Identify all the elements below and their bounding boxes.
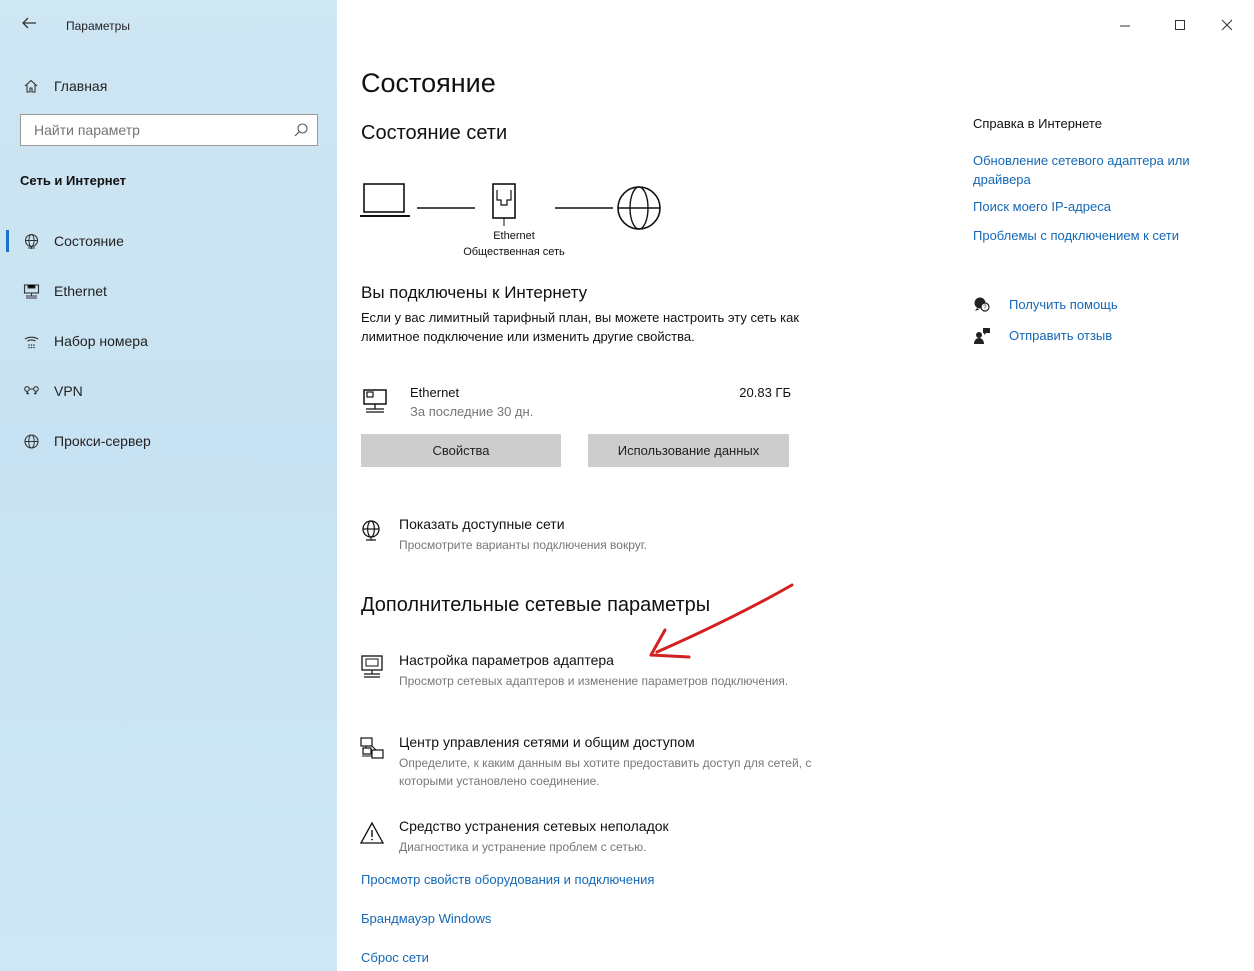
ethernet-icon bbox=[22, 282, 40, 300]
sidebar-item-label: Набор номера bbox=[54, 333, 148, 349]
sidebar-item-label: Состояние bbox=[54, 233, 124, 249]
sidebar-item-dialup[interactable]: Набор номера bbox=[0, 321, 337, 361]
show-networks-item[interactable]: Показать доступные сети Просмотрите вари… bbox=[359, 516, 819, 560]
feedback-link: Отправить отзыв bbox=[1009, 328, 1113, 343]
window-title: Параметры bbox=[66, 19, 130, 33]
network-diagram-graphic bbox=[360, 183, 661, 230]
search-box[interactable] bbox=[20, 114, 318, 146]
globe-icon bbox=[359, 518, 385, 544]
adapter-usage-row: Ethernet За последние 30 дн. 20.83 ГБ bbox=[361, 385, 791, 425]
home-icon bbox=[22, 77, 40, 95]
main-content: Состояние Состояние сети Ethernet Общест… bbox=[337, 0, 1254, 971]
adapter-period: За последние 30 дн. bbox=[410, 404, 534, 419]
maximize-icon[interactable] bbox=[1160, 10, 1200, 40]
properties-button[interactable]: Свойства bbox=[361, 434, 561, 467]
sharing-center-subtitle: Определите, к каким данным вы хотите пре… bbox=[399, 756, 812, 788]
feedback-icon bbox=[973, 327, 991, 345]
adapter-icon bbox=[359, 654, 385, 680]
connected-description: Если у вас лимитный тарифный план, вы мо… bbox=[361, 310, 800, 344]
help-heading: Справка в Интернете bbox=[973, 116, 1102, 131]
sidebar-item-home[interactable]: Главная bbox=[0, 66, 337, 106]
globe-icon bbox=[22, 432, 40, 450]
network-diagram: Ethernet Общественная сеть bbox=[359, 172, 679, 262]
sharing-center-title: Центр управления сетями и общим доступом bbox=[399, 734, 695, 750]
warning-icon bbox=[359, 820, 385, 846]
diagram-adapter-label: Ethernet bbox=[493, 230, 535, 242]
internet-globe-icon bbox=[617, 186, 661, 230]
page-title: Состояние bbox=[361, 68, 496, 98]
adapter-usage: 20.83 ГБ bbox=[739, 385, 791, 400]
sharing-center-icon bbox=[359, 736, 385, 762]
troubleshooter-title: Средство устранения сетевых неполадок bbox=[399, 818, 669, 834]
hardware-properties-link[interactable]: Просмотр свойств оборудования и подключе… bbox=[361, 872, 654, 887]
sidebar-item-proxy[interactable]: Прокси-сервер bbox=[0, 421, 337, 461]
search-icon[interactable] bbox=[293, 122, 309, 138]
globe-icon bbox=[22, 232, 40, 250]
feedback-row[interactable]: Отправить отзыв bbox=[973, 327, 1223, 347]
network-reset-link[interactable]: Сброс сети bbox=[361, 950, 429, 965]
get-help-row[interactable]: ? Получить помощь bbox=[973, 296, 1223, 316]
sidebar-item-label: Главная bbox=[54, 78, 108, 94]
show-networks-subtitle: Просмотрите варианты подключения вокруг. bbox=[399, 538, 647, 552]
dialup-icon bbox=[22, 332, 40, 350]
diagram-network-type: Общественная сеть bbox=[463, 246, 565, 258]
adapter-settings-title: Настройка параметров адаптера bbox=[399, 652, 614, 668]
sidebar-item-label: VPN bbox=[54, 383, 83, 399]
firewall-link[interactable]: Брандмауэр Windows bbox=[361, 911, 491, 926]
back-arrow-icon[interactable] bbox=[20, 14, 42, 36]
sidebar-item-label: Прокси-сервер bbox=[54, 433, 151, 449]
sidebar-item-label: Ethernet bbox=[54, 283, 107, 299]
adapter-settings-subtitle: Просмотр сетевых адаптеров и изменение п… bbox=[399, 674, 789, 688]
help-link-ip-address[interactable]: Поиск моего IP-адреса bbox=[973, 199, 1111, 214]
sidebar-section-title: Сеть и Интернет bbox=[20, 173, 127, 188]
help-link-adapter-driver[interactable]: Обновление сетевого адаптера или драйвер… bbox=[973, 151, 1223, 189]
data-usage-button[interactable]: Использование данных bbox=[588, 434, 789, 467]
help-link-connection-problems[interactable]: Проблемы с подключением к сети bbox=[973, 228, 1179, 243]
help-chat-icon: ? bbox=[973, 296, 991, 314]
sidebar-item-status[interactable]: Состояние bbox=[0, 221, 337, 261]
adapter-name: Ethernet bbox=[410, 385, 460, 400]
annotation-arrow bbox=[649, 583, 794, 659]
show-networks-title: Показать доступные сети bbox=[399, 516, 565, 532]
vpn-icon bbox=[22, 382, 40, 400]
sidebar-item-ethernet[interactable]: Ethernet bbox=[0, 271, 337, 311]
network-status-heading: Состояние сети bbox=[361, 122, 508, 144]
sidebar: Параметры Главная Сеть и Интернет Состоя… bbox=[0, 0, 337, 971]
search-input[interactable] bbox=[21, 115, 284, 145]
get-help-link: Получить помощь bbox=[1009, 297, 1118, 312]
troubleshooter-subtitle: Диагностика и устранение проблем с сетью… bbox=[399, 840, 647, 854]
ethernet-port-icon bbox=[492, 183, 516, 226]
troubleshooter-item[interactable]: Средство устранения сетевых неполадок Ди… bbox=[359, 818, 819, 858]
minimize-icon[interactable] bbox=[1105, 10, 1145, 40]
connected-heading: Вы подключены к Интернету bbox=[361, 283, 588, 302]
close-icon[interactable] bbox=[1207, 10, 1247, 40]
sidebar-item-vpn[interactable]: VPN bbox=[0, 371, 337, 411]
sharing-center-item[interactable]: Центр управления сетями и общим доступом… bbox=[359, 734, 829, 790]
laptop-icon bbox=[360, 183, 410, 217]
ethernet-adapter-icon bbox=[361, 387, 389, 415]
